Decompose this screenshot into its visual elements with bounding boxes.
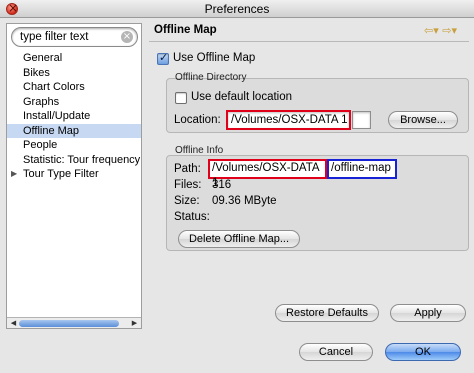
delete-offline-map-button[interactable]: Delete Offline Map...: [178, 230, 300, 248]
tree-item-label: Bikes: [23, 66, 50, 79]
tree-item-install-update[interactable]: Install/Update: [7, 109, 141, 124]
sidebar-horizontal-scrollbar[interactable]: ◀ ▶: [7, 317, 141, 328]
scrollbar-thumb[interactable]: [19, 320, 119, 327]
tree-item-chart-colors[interactable]: Chart Colors: [7, 80, 141, 95]
scroll-right-icon[interactable]: ▶: [130, 319, 139, 328]
page-title: Offline Map: [154, 24, 217, 36]
use-default-location-checkbox[interactable]: [175, 92, 187, 104]
cancel-button[interactable]: Cancel: [299, 343, 373, 361]
preferences-window: Preferences × General Bikes Chart Colors…: [0, 0, 474, 373]
tree-item-statistic-tour-frequency[interactable]: Statistic: Tour frequency: [7, 153, 141, 168]
tree-item-bikes[interactable]: Bikes: [7, 66, 141, 81]
expand-arrow-icon[interactable]: ▶: [11, 167, 17, 182]
use-default-location-label: Use default location: [191, 91, 293, 103]
use-offline-map-label: Use Offline Map: [173, 52, 256, 64]
clear-filter-icon[interactable]: ×: [121, 31, 133, 43]
status-label: Status:: [174, 211, 210, 223]
path-value-volume: /Volumes/OSX-DATA 1: [208, 159, 327, 189]
back-arrow-icon[interactable]: ⇦▾: [424, 24, 439, 37]
tree-item-label: Tour Type Filter: [23, 168, 99, 180]
tree-item-label: Statistic: Tour frequency: [23, 153, 141, 166]
files-value: 316: [212, 179, 232, 191]
location-label: Location:: [174, 114, 221, 126]
tree-item-graphs[interactable]: Graphs: [7, 95, 141, 110]
tree-item-tour-type-filter[interactable]: ▶ Tour Type Filter: [7, 167, 141, 182]
location-field[interactable]: /Volumes/OSX-DATA 1: [226, 110, 351, 130]
tree-item-people[interactable]: People: [7, 138, 141, 153]
filter-input[interactable]: [20, 30, 120, 44]
preference-tree: General Bikes Chart Colors Graphs Instal…: [7, 51, 141, 182]
size-label: Size:: [174, 195, 200, 207]
size-value: 09.36 MByte: [212, 195, 277, 207]
restore-defaults-button[interactable]: Restore Defaults: [275, 304, 379, 322]
window-title: Preferences: [204, 2, 270, 16]
tree-item-label: Install/Update: [23, 110, 91, 122]
tree-item-label: Chart Colors: [23, 81, 85, 93]
tree-item-label: General: [23, 52, 63, 64]
forward-arrow-icon[interactable]: ⇨▾: [442, 24, 457, 37]
path-value-folder: /offline-map: [327, 159, 397, 179]
filter-field[interactable]: ×: [11, 27, 138, 47]
scroll-left-icon[interactable]: ◀: [9, 319, 18, 328]
offline-info-group-label: Offline Info: [175, 145, 224, 156]
files-label: Files:: [174, 179, 202, 191]
title-bar: Preferences: [0, 0, 474, 18]
history-navigation: ⇦▾ ⇨▾: [424, 24, 457, 37]
header-divider: [149, 41, 469, 42]
tree-item-general[interactable]: General: [7, 51, 141, 66]
tree-item-label: Graphs: [23, 95, 60, 108]
use-offline-map-checkbox[interactable]: [157, 51, 169, 65]
preferences-sidebar: × General Bikes Chart Colors Graphs Inst…: [6, 23, 142, 329]
browse-button[interactable]: Browse...: [388, 111, 458, 129]
path-label: Path:: [174, 163, 201, 175]
location-field-extension[interactable]: [352, 111, 371, 129]
ok-button[interactable]: OK: [385, 343, 461, 361]
offline-directory-group-label: Offline Directory: [175, 72, 247, 83]
apply-button[interactable]: Apply: [390, 304, 466, 322]
tree-item-label: People: [23, 139, 58, 151]
tree-item-offline-map[interactable]: Offline Map: [7, 123, 141, 138]
tree-item-label: Offline Map: [23, 124, 80, 137]
